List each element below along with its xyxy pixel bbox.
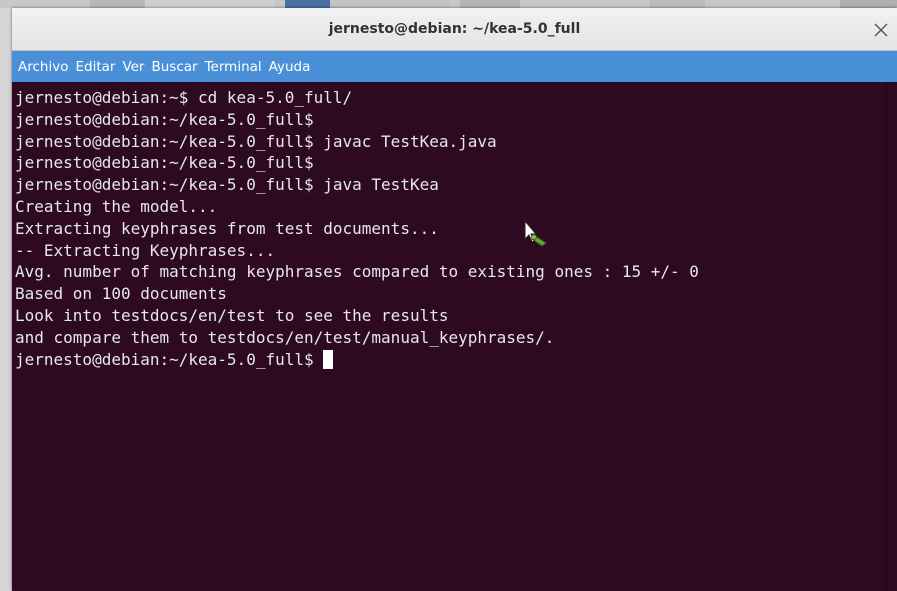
text-cursor (323, 349, 334, 369)
menu-ver[interactable]: Ver (122, 59, 144, 75)
scrollbar[interactable] (886, 82, 897, 591)
terminal-window: jernesto@debian: ~/kea-5.0_full Archivo … (12, 8, 897, 591)
terminal-line: Based on 100 documents (15, 284, 227, 304)
title-bar[interactable]: jernesto@debian: ~/kea-5.0_full (12, 8, 897, 51)
terminal-line: jernesto@debian:~/kea-5.0_full$ (15, 153, 314, 173)
terminal-output[interactable]: jernesto@debian:~$ cd kea-5.0_full/ jern… (12, 82, 886, 591)
menu-buscar[interactable]: Buscar (151, 59, 197, 75)
menu-ayuda[interactable]: Ayuda (269, 59, 311, 75)
background-panel-strip (0, 0, 897, 8)
menu-bar: Archivo Editar Ver Buscar Terminal Ayuda (12, 51, 897, 82)
terminal-line: Avg. number of matching keyphrases compa… (15, 262, 699, 282)
terminal-line: jernesto@debian:~/kea-5.0_full$ java Tes… (15, 175, 439, 195)
menu-archivo[interactable]: Archivo (18, 59, 68, 75)
window-title: jernesto@debian: ~/kea-5.0_full (328, 21, 581, 37)
terminal-line: jernesto@debian:~/kea-5.0_full$ (15, 109, 314, 129)
terminal-line: jernesto@debian:~/kea-5.0_full$ javac Te… (15, 131, 497, 151)
terminal-line: Creating the model... (15, 196, 218, 216)
busy-pointer-icon (520, 219, 550, 249)
terminal-prompt: jernesto@debian:~/kea-5.0_full$ (15, 349, 324, 369)
terminal-line: jernesto@debian:~$ cd kea-5.0_full/ (15, 88, 353, 107)
terminal-line: Extracting keyphrases from test document… (15, 218, 439, 238)
close-icon[interactable] (871, 20, 891, 40)
terminal-prompt-line[interactable]: jernesto@debian:~/kea-5.0_full$ (15, 349, 886, 371)
terminal-line: and compare them to testdocs/en/test/man… (15, 327, 555, 347)
menu-editar[interactable]: Editar (75, 59, 115, 75)
terminal-line: -- Extracting Keyphrases... (15, 240, 276, 260)
terminal-line: Look into testdocs/en/test to see the re… (15, 305, 449, 325)
menu-terminal[interactable]: Terminal (205, 59, 262, 75)
